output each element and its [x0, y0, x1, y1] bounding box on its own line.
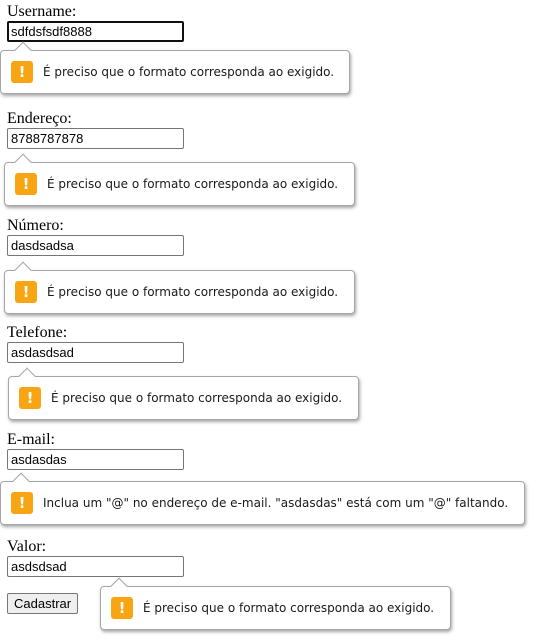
- number-error-message: É preciso que o formato corresponda ao e…: [47, 285, 339, 299]
- warning-icon: !: [15, 173, 37, 195]
- email-error-message: Inclua um "@" no endereço de e-mail. "as…: [43, 496, 509, 510]
- tooltip-arrow: [14, 153, 32, 171]
- phone-validation-tooltip: ! É preciso que o formato corresponda ao…: [8, 367, 359, 420]
- number-label: Número:: [7, 217, 64, 234]
- phone-error-message: É preciso que o formato corresponda ao e…: [51, 391, 343, 405]
- address-validation-tooltip: ! É preciso que o formato corresponda ao…: [4, 153, 355, 206]
- tooltip-arrow: [18, 367, 36, 385]
- tooltip-arrow: [14, 41, 32, 59]
- tooltip-arrow: [110, 577, 128, 595]
- phone-input[interactable]: [7, 342, 184, 363]
- value-label: Valor:: [7, 538, 47, 555]
- warning-icon: !: [15, 281, 37, 303]
- tooltip-arrow: [14, 261, 32, 279]
- warning-icon: !: [19, 387, 41, 409]
- username-input[interactable]: [7, 21, 184, 42]
- value-error-message: É preciso que o formato corresponda ao e…: [143, 601, 435, 615]
- email-label: E-mail:: [7, 431, 55, 448]
- address-error-message: É preciso que o formato corresponda ao e…: [47, 177, 339, 191]
- warning-icon: !: [111, 597, 133, 619]
- email-input[interactable]: [7, 449, 184, 470]
- value-input[interactable]: [7, 556, 184, 577]
- username-error-message: É preciso que o formato corresponda ao e…: [43, 65, 335, 79]
- address-label: Endereço:: [7, 110, 72, 127]
- tooltip-arrow: [12, 472, 30, 490]
- username-validation-tooltip: ! É preciso que o formato corresponda ao…: [0, 41, 350, 94]
- number-input[interactable]: [7, 235, 184, 256]
- warning-icon: !: [11, 61, 33, 83]
- value-validation-tooltip: ! É preciso que o formato corresponda ao…: [100, 577, 451, 630]
- address-input[interactable]: [7, 128, 184, 149]
- submit-button[interactable]: Cadastrar: [7, 593, 79, 614]
- email-validation-tooltip: ! Inclua um "@" no endereço de e-mail. "…: [0, 472, 525, 525]
- username-label: Username:: [7, 3, 77, 20]
- warning-icon: !: [11, 492, 33, 514]
- phone-label: Telefone:: [7, 324, 68, 341]
- number-validation-tooltip: ! É preciso que o formato corresponda ao…: [4, 261, 355, 314]
